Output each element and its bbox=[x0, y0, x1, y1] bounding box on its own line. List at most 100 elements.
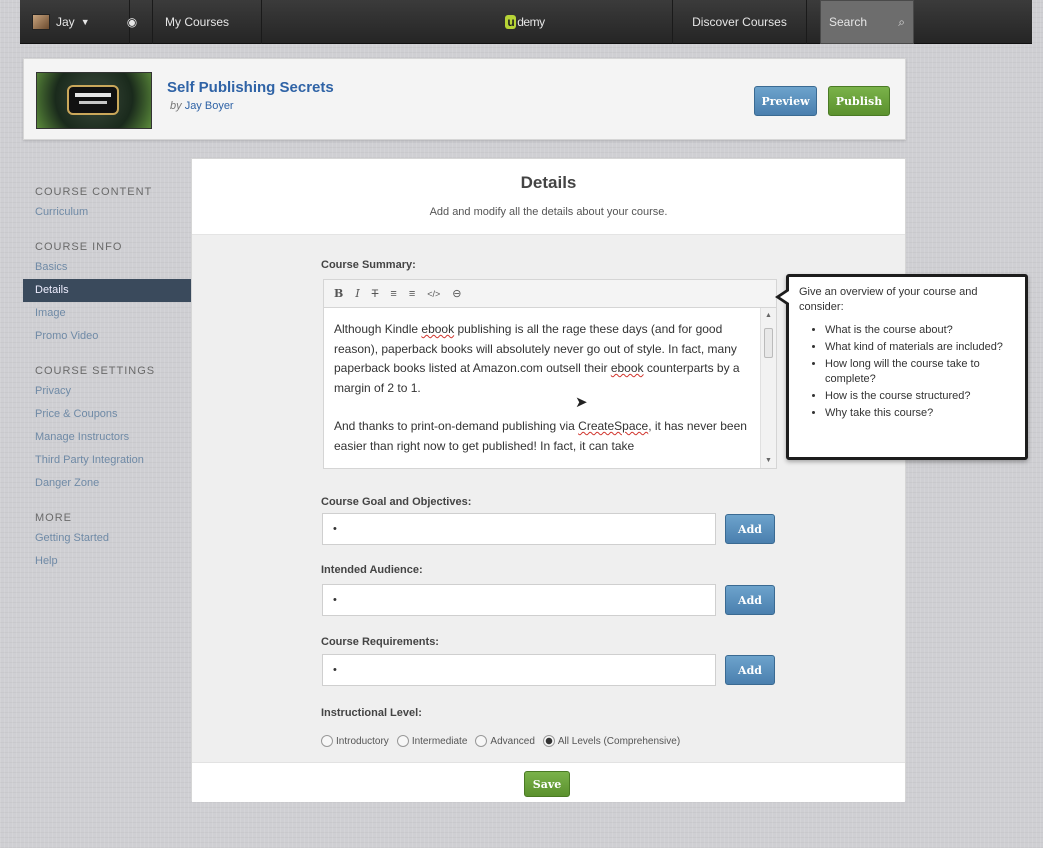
add-audience-button[interactable]: Add bbox=[725, 585, 775, 615]
sidebar-group-course-info: COURSE INFO Basics Details Image Promo V… bbox=[23, 238, 191, 348]
course-title[interactable]: Self Publishing Secrets bbox=[167, 79, 334, 96]
goal-label: Course Goal and Objectives: bbox=[321, 496, 472, 508]
course-thumbnail bbox=[36, 72, 152, 129]
tooltip-list: What is the course about? What kind of m… bbox=[799, 323, 1015, 421]
sidebar-item-basics[interactable]: Basics bbox=[35, 256, 191, 279]
globe-icon[interactable]: ◉ bbox=[112, 0, 152, 44]
sidebar-item-third-party-integration[interactable]: Third Party Integration bbox=[35, 449, 191, 472]
radio-label: Advanced bbox=[490, 735, 535, 747]
scroll-up-icon[interactable]: ▲ bbox=[765, 312, 772, 319]
radio-advanced[interactable]: Advanced bbox=[475, 735, 535, 747]
sidebar-heading: COURSE SETTINGS bbox=[35, 365, 156, 377]
sidebar-item-getting-started[interactable]: Getting Started bbox=[35, 527, 191, 550]
mouse-cursor-icon: ➤ bbox=[575, 394, 588, 411]
author-prefix: by bbox=[170, 100, 182, 112]
sidebar-item-danger-zone[interactable]: Danger Zone bbox=[35, 472, 191, 495]
bullet-list-button[interactable]: ≡ bbox=[390, 288, 396, 300]
misspelled-word: ebook bbox=[421, 322, 455, 336]
preview-button[interactable]: Preview bbox=[754, 86, 817, 116]
sidebar-item-curriculum[interactable]: Curriculum bbox=[35, 201, 191, 224]
add-requirement-button[interactable]: Add bbox=[725, 655, 775, 685]
page-subtitle: Add and modify all the details about you… bbox=[429, 206, 668, 218]
requirements-label: Course Requirements: bbox=[321, 636, 439, 648]
audience-input[interactable]: • bbox=[322, 584, 716, 616]
radio-all-levels[interactable]: All Levels (Comprehensive) bbox=[542, 735, 681, 747]
radio-button[interactable] bbox=[475, 735, 488, 747]
sidebar-item-help[interactable]: Help bbox=[35, 550, 191, 573]
tooltip-bullet: How long will the course take to complet… bbox=[825, 357, 1015, 387]
scroll-thumb[interactable] bbox=[764, 328, 773, 358]
search-input[interactable]: Search ⌕ bbox=[820, 0, 914, 44]
misspelled-word: CreateSpace bbox=[578, 419, 649, 433]
save-button[interactable]: Save bbox=[524, 771, 570, 797]
instructional-level-label: Instructional Level: bbox=[321, 707, 422, 719]
numbered-list-button[interactable]: ≡ bbox=[409, 288, 415, 300]
add-goal-button[interactable]: Add bbox=[725, 514, 775, 544]
radio-label: Introductory bbox=[336, 735, 389, 747]
tooltip-bullet: What kind of materials are included? bbox=[825, 340, 1015, 355]
requirements-input[interactable]: • bbox=[322, 654, 716, 686]
bold-button[interactable]: B bbox=[334, 287, 343, 300]
radio-label: All Levels (Comprehensive) bbox=[557, 735, 681, 747]
thumbnail-graphic bbox=[67, 85, 119, 115]
sidebar-group-course-content: COURSE CONTENT Curriculum bbox=[23, 183, 191, 224]
editor-toolbar: B I T ≡ ≡ </> ⊖ bbox=[323, 279, 777, 307]
tooltip-bullet: Why take this course? bbox=[825, 406, 1015, 421]
my-courses-link[interactable]: My Courses bbox=[152, 0, 262, 44]
radio-introductory[interactable]: Introductory bbox=[321, 735, 389, 747]
logo-mark: u bbox=[505, 15, 517, 29]
scroll-down-icon[interactable]: ▼ bbox=[765, 457, 772, 464]
user-name: Jay bbox=[56, 15, 75, 29]
panel-header: Details Add and modify all the details a… bbox=[192, 159, 905, 235]
editor-scrollbar[interactable]: ▲ ▼ bbox=[760, 308, 776, 468]
search-icon[interactable]: ⌕ bbox=[898, 15, 905, 30]
misspelled-word: ebook bbox=[610, 361, 644, 375]
course-summary-editor[interactable]: Although Kindle ebook publishing is all … bbox=[323, 307, 777, 469]
tooltip-bullet: How is the course structured? bbox=[825, 389, 1015, 404]
sidebar-group-course-settings: COURSE SETTINGS Privacy Price & Coupons … bbox=[23, 362, 191, 495]
radio-button[interactable] bbox=[396, 735, 409, 747]
instructional-level-group: Introductory Intermediate Advanced All L… bbox=[321, 735, 680, 747]
sidebar: COURSE CONTENT Curriculum COURSE INFO Ba… bbox=[23, 183, 191, 587]
sidebar-item-privacy[interactable]: Privacy bbox=[35, 380, 191, 403]
sidebar-item-price-coupons[interactable]: Price & Coupons bbox=[35, 403, 191, 426]
sidebar-heading: COURSE INFO bbox=[35, 241, 123, 253]
avatar bbox=[32, 14, 50, 30]
strikethrough-button[interactable]: T bbox=[372, 288, 379, 300]
course-author: by Jay Boyer bbox=[170, 100, 234, 112]
course-header: Self Publishing Secrets by Jay Boyer Pre… bbox=[23, 58, 906, 140]
page-title: Details bbox=[520, 173, 577, 192]
audience-label: Intended Audience: bbox=[321, 564, 423, 576]
author-link[interactable]: Jay Boyer bbox=[185, 100, 234, 112]
sidebar-heading: MORE bbox=[35, 512, 72, 524]
goal-input[interactable]: • bbox=[322, 513, 716, 545]
link-icon[interactable]: ⊖ bbox=[452, 287, 461, 300]
radio-button[interactable] bbox=[321, 735, 333, 747]
panel-footer: Save bbox=[192, 762, 905, 802]
discover-courses-link[interactable]: Discover Courses bbox=[672, 0, 807, 44]
sidebar-item-manage-instructors[interactable]: Manage Instructors bbox=[35, 426, 191, 449]
sidebar-item-promo-video[interactable]: Promo Video bbox=[35, 325, 191, 348]
summary-text[interactable]: Although Kindle ebook publishing is all … bbox=[334, 320, 754, 468]
caret-down-icon: ▼ bbox=[80, 17, 90, 27]
italic-button[interactable]: I bbox=[355, 287, 359, 300]
course-summary-label: Course Summary: bbox=[321, 259, 416, 271]
sidebar-group-more: MORE Getting Started Help bbox=[23, 509, 191, 573]
code-button[interactable]: </> bbox=[427, 289, 440, 299]
tooltip-bullet: What is the course about? bbox=[825, 323, 1015, 338]
summary-paragraph: Although Kindle ebook publishing is all … bbox=[334, 320, 754, 398]
udemy-logo[interactable]: u demy bbox=[440, 0, 610, 44]
publish-button[interactable]: Publish bbox=[828, 86, 890, 116]
sidebar-heading: COURSE CONTENT bbox=[35, 186, 153, 198]
summary-text-segment: And thanks to print-on-demand publishing… bbox=[334, 419, 579, 433]
tooltip-intro: Give an overview of your course and cons… bbox=[799, 286, 978, 313]
radio-button-checked[interactable] bbox=[542, 735, 555, 747]
radio-intermediate[interactable]: Intermediate bbox=[396, 735, 467, 747]
sidebar-item-details[interactable]: Details bbox=[23, 279, 191, 302]
details-panel: Details Add and modify all the details a… bbox=[191, 158, 906, 802]
sidebar-item-image[interactable]: Image bbox=[35, 302, 191, 325]
logo-text: demy bbox=[517, 15, 545, 29]
summary-help-tooltip: Give an overview of your course and cons… bbox=[775, 274, 1028, 460]
top-nav-bar: Jay ▼ ◉ My Courses u demy Discover Course… bbox=[20, 0, 1032, 44]
summary-paragraph: And thanks to print-on-demand publishing… bbox=[334, 417, 754, 456]
